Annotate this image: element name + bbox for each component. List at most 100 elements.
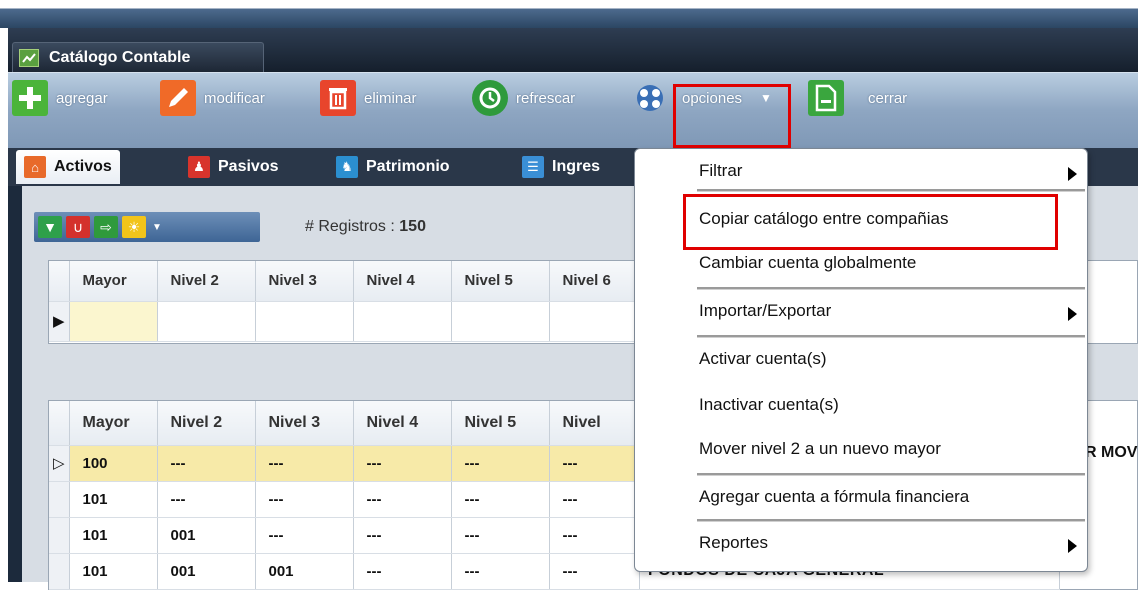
column-header[interactable]: Nivel 3 bbox=[255, 401, 354, 446]
title-bar: Catálogo Contable bbox=[8, 28, 1138, 72]
tab-patrimonio[interactable]: ♞ Patrimonio bbox=[328, 150, 458, 184]
cell: 101 bbox=[69, 553, 158, 590]
add-label: agregar bbox=[56, 89, 108, 107]
database-icon: ☰ bbox=[522, 156, 544, 178]
column-header[interactable]: Nivel 2 bbox=[157, 401, 256, 446]
menu-item-importar-exportar[interactable]: Importar/Exportar bbox=[699, 301, 831, 321]
delete-button[interactable]: eliminar bbox=[320, 79, 417, 117]
cell: 001 bbox=[157, 517, 256, 554]
home-icon: ⌂ bbox=[24, 156, 46, 178]
column-header[interactable]: Nivel 6 bbox=[549, 261, 640, 302]
cell: --- bbox=[451, 553, 550, 590]
tab-activos[interactable]: ⌂ Activos bbox=[16, 150, 120, 184]
filter-cell[interactable] bbox=[549, 301, 640, 342]
filter-cell[interactable] bbox=[353, 301, 452, 342]
sort-icon[interactable]: ∪ bbox=[66, 216, 90, 238]
column-header[interactable]: Mayor bbox=[69, 261, 158, 302]
cell: --- bbox=[451, 481, 550, 518]
filter-cell[interactable] bbox=[157, 301, 256, 342]
options-button[interactable]: opciones ▼ bbox=[632, 79, 772, 117]
tab-label: Pasivos bbox=[218, 158, 279, 175]
delete-label: eliminar bbox=[364, 89, 417, 107]
refresh-icon bbox=[472, 80, 508, 116]
menu-item-label: Agregar cuenta a fórmula financiera bbox=[699, 487, 970, 506]
filter-cell[interactable] bbox=[451, 301, 550, 342]
top-strip bbox=[0, 0, 1138, 28]
trash-icon bbox=[320, 80, 356, 116]
row-header bbox=[49, 261, 70, 302]
row-header bbox=[49, 401, 70, 446]
column-header[interactable]: Nivel 3 bbox=[255, 261, 354, 302]
records-value: 150 bbox=[399, 218, 426, 235]
grid-toolbar: ▼ ∪ ⇨ ☀ ▼ bbox=[34, 212, 260, 242]
column-header[interactable]: Nivel 4 bbox=[353, 401, 452, 446]
row-pointer-icon: ▷ bbox=[49, 445, 70, 482]
tab-label: Patrimonio bbox=[366, 158, 450, 175]
menu-item-agregar-formula[interactable]: Agregar cuenta a fórmula financiera bbox=[699, 487, 969, 507]
menu-item-label: Copiar catálogo entre compañias bbox=[699, 209, 949, 228]
cell: --- bbox=[451, 517, 550, 554]
cell: --- bbox=[255, 445, 354, 482]
cell: --- bbox=[353, 445, 452, 482]
cell: --- bbox=[549, 517, 640, 554]
filter-cell[interactable] bbox=[255, 301, 354, 342]
cell: --- bbox=[255, 481, 354, 518]
column-header[interactable]: Nivel 5 bbox=[451, 401, 550, 446]
document-exit-icon bbox=[808, 80, 844, 116]
row-pointer-icon: ▶ bbox=[49, 301, 70, 342]
cell: 100 bbox=[69, 445, 158, 482]
options-label: opciones bbox=[682, 89, 743, 107]
column-header[interactable]: Nivel 5 bbox=[451, 261, 550, 302]
refresh-label: refrescar bbox=[516, 89, 576, 107]
menu-item-cambiar-cuenta[interactable]: Cambiar cuenta globalmente bbox=[699, 253, 916, 273]
partial-cell-text: R MOV bbox=[1085, 444, 1138, 461]
cell: --- bbox=[353, 553, 452, 590]
menu-separator bbox=[697, 473, 1085, 476]
plus-icon bbox=[12, 80, 48, 116]
menu-item-copiar-catalogo[interactable]: Copiar catálogo entre compañias bbox=[699, 209, 948, 229]
person-icon: ♞ bbox=[336, 156, 358, 178]
add-button[interactable]: agregar bbox=[12, 79, 108, 117]
edit-button[interactable]: modificar bbox=[160, 79, 265, 117]
window-title: Catálogo Contable bbox=[49, 48, 191, 66]
menu-item-reportes[interactable]: Reportes bbox=[699, 533, 768, 553]
cell: 001 bbox=[157, 553, 256, 590]
column-header[interactable]: Nivel 2 bbox=[157, 261, 256, 302]
menu-item-label: Inactivar cuenta(s) bbox=[699, 395, 839, 414]
menu-item-activar-cuenta[interactable]: Activar cuenta(s) bbox=[699, 349, 827, 369]
cell: --- bbox=[353, 517, 452, 554]
tab-label: Activos bbox=[54, 158, 112, 175]
column-header[interactable]: Nivel 4 bbox=[353, 261, 452, 302]
filter-down-icon[interactable]: ▼ bbox=[38, 216, 62, 238]
close-button[interactable]: cerrar bbox=[808, 79, 907, 117]
column-header[interactable]: Mayor bbox=[69, 401, 158, 446]
sun-icon[interactable]: ☀ bbox=[122, 216, 146, 238]
refresh-button[interactable]: refrescar bbox=[472, 79, 575, 117]
filter-cell[interactable] bbox=[69, 301, 158, 342]
menu-item-mover-nivel[interactable]: Mover nivel 2 a un nuevo mayor bbox=[699, 439, 941, 459]
menu-item-label: Importar/Exportar bbox=[699, 301, 832, 320]
records-count: # Registros : 150 bbox=[305, 218, 426, 236]
menu-item-inactivar-cuenta[interactable]: Inactivar cuenta(s) bbox=[699, 395, 839, 415]
menu-item-label: Reportes bbox=[699, 533, 768, 552]
menu-item-label: Mover nivel 2 a un nuevo mayor bbox=[699, 439, 941, 458]
cell: --- bbox=[157, 445, 256, 482]
cell: 001 bbox=[255, 553, 354, 590]
cell: --- bbox=[353, 481, 452, 518]
menu-item-filtrar[interactable]: Filtrar bbox=[699, 161, 742, 181]
window-tab[interactable]: Catálogo Contable bbox=[12, 42, 264, 72]
people-icon: ♟ bbox=[188, 156, 210, 178]
menu-item-label: Cambiar cuenta globalmente bbox=[699, 253, 917, 272]
tab-ingresos[interactable]: ☰ Ingres bbox=[514, 150, 608, 184]
menu-separator bbox=[697, 335, 1085, 338]
options-menu: Filtrar Copiar catálogo entre compañias … bbox=[634, 148, 1088, 572]
submenu-arrow-icon bbox=[1068, 307, 1077, 321]
column-header[interactable]: Nivel bbox=[549, 401, 640, 446]
tab-pasivos[interactable]: ♟ Pasivos bbox=[180, 150, 286, 184]
edit-label: modificar bbox=[204, 89, 265, 107]
close-label: cerrar bbox=[868, 89, 908, 107]
export-icon[interactable]: ⇨ bbox=[94, 216, 118, 238]
chart-icon bbox=[19, 48, 39, 67]
chevron-down-icon[interactable]: ▼ bbox=[150, 216, 164, 238]
cell: --- bbox=[451, 445, 550, 482]
